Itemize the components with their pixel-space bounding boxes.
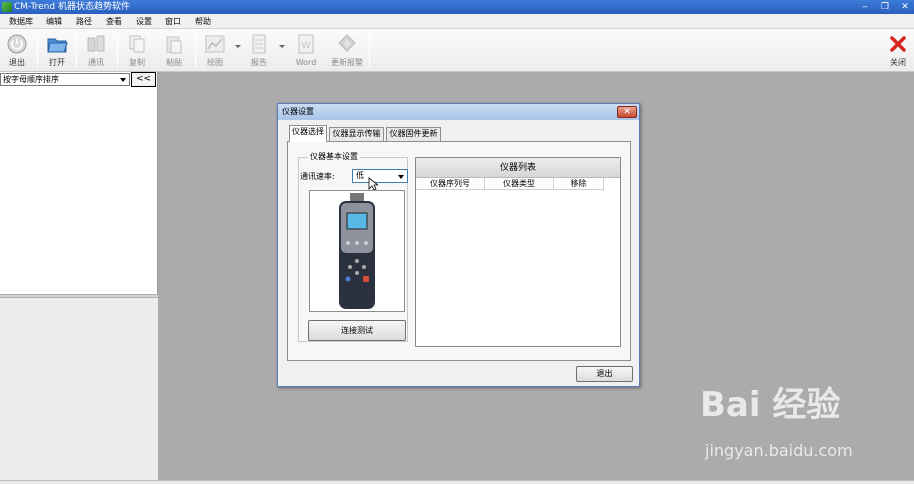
watermark-url: jingyan.baidu.com bbox=[705, 441, 853, 460]
baud-rate-label: 通讯速率: bbox=[300, 172, 335, 181]
restore-button[interactable]: ❐ bbox=[875, 1, 895, 13]
close-button[interactable]: 关闭 bbox=[884, 31, 912, 71]
paste-button[interactable]: 粘贴 bbox=[159, 31, 189, 71]
window-title: CM-Trend 机器状态趋势软件 bbox=[14, 2, 130, 12]
update-alarm-button[interactable]: 更新报警 bbox=[328, 31, 366, 71]
comm-button[interactable]: 通讯 bbox=[80, 31, 112, 71]
instrument-settings-dialog: 仪器设置 ✕ 仪器选择 仪器显示传输 仪器固件更新 仪器基本设置 通讯速率: 低 bbox=[277, 103, 640, 387]
close-icon bbox=[890, 36, 906, 52]
sort-combo[interactable]: 按字母顺序排序 bbox=[0, 73, 130, 86]
update-alarm-label: 更新报警 bbox=[331, 58, 363, 67]
toolbar-separator bbox=[117, 32, 118, 68]
toolbar: 退出 打开 通讯 复制 粘贴 绘图 报告 W Word 更新报警 关闭 bbox=[0, 29, 914, 72]
column-remove[interactable]: 移除 bbox=[554, 178, 604, 190]
chevron-down-icon bbox=[398, 175, 404, 179]
instrument-list-title: 仪器列表 bbox=[416, 158, 620, 178]
plot-dropdown-icon[interactable] bbox=[235, 45, 241, 48]
toolbar-separator bbox=[369, 32, 370, 68]
toolbar-separator bbox=[76, 32, 77, 68]
open-label: 打开 bbox=[49, 58, 65, 67]
communication-icon bbox=[87, 35, 105, 52]
window-close-button[interactable]: ✕ bbox=[895, 1, 914, 13]
menu-help[interactable]: 帮助 bbox=[195, 16, 211, 27]
instrument-list-panel: 仪器列表 仪器序列号 仪器类型 移除 bbox=[415, 157, 621, 347]
close-label: 关闭 bbox=[890, 58, 906, 67]
report-icon bbox=[252, 34, 266, 54]
handheld-device-image bbox=[339, 193, 375, 309]
update-alarm-icon bbox=[338, 34, 356, 52]
menu-route[interactable]: 路径 bbox=[76, 16, 92, 27]
group-title: 仪器基本设置 bbox=[308, 152, 360, 162]
baidu-watermark: Bai 经验 jingyan.baidu.com bbox=[700, 385, 875, 465]
baud-rate-value: 低 bbox=[356, 171, 364, 180]
dialog-title-bar: 仪器设置 ✕ bbox=[278, 104, 639, 120]
column-type[interactable]: 仪器类型 bbox=[485, 178, 554, 190]
lower-pane bbox=[0, 298, 158, 480]
tab-display-transfer[interactable]: 仪器显示传输 bbox=[329, 127, 384, 141]
open-button[interactable]: 打开 bbox=[42, 31, 72, 71]
dialog-exit-button[interactable]: 退出 bbox=[576, 366, 633, 382]
toolbar-separator bbox=[37, 32, 38, 68]
exit-label: 退出 bbox=[9, 58, 25, 67]
sort-combo-value: 按字母顺序排序 bbox=[3, 75, 59, 84]
open-folder-icon bbox=[47, 38, 68, 53]
tab-instrument-select[interactable]: 仪器选择 bbox=[289, 125, 327, 142]
menu-window[interactable]: 窗口 bbox=[165, 16, 181, 27]
mouse-cursor-icon bbox=[368, 177, 378, 191]
word-icon: W bbox=[298, 34, 314, 54]
tab-panel: 仪器基本设置 通讯速率: 低 连接测试 仪器列表 仪器序列号 仪器类型 移除 bbox=[287, 141, 631, 361]
minimize-button[interactable]: ‒ bbox=[855, 1, 875, 13]
plot-label: 绘图 bbox=[207, 58, 223, 67]
dialog-title: 仪器设置 bbox=[282, 107, 314, 116]
toolbar-separator bbox=[195, 32, 196, 68]
exit-button[interactable]: 退出 bbox=[2, 31, 32, 71]
left-panel: 按字母顺序排序 << bbox=[0, 72, 158, 480]
column-serial[interactable]: 仪器序列号 bbox=[416, 178, 485, 190]
svg-text:W: W bbox=[302, 40, 311, 50]
report-dropdown-icon[interactable] bbox=[279, 45, 285, 48]
paste-icon bbox=[166, 36, 182, 54]
collapse-panel-button[interactable]: << bbox=[131, 72, 156, 87]
exit-icon bbox=[7, 34, 27, 54]
copy-button[interactable]: 复制 bbox=[122, 31, 152, 71]
menu-settings[interactable]: 设置 bbox=[136, 16, 152, 27]
connection-test-button[interactable]: 连接测试 bbox=[308, 320, 406, 341]
plot-icon bbox=[205, 35, 225, 53]
copy-label: 复制 bbox=[129, 58, 145, 67]
paste-label: 粘贴 bbox=[166, 58, 182, 67]
report-label: 报告 bbox=[251, 58, 267, 67]
instrument-image bbox=[309, 190, 405, 312]
watermark-logo: Bai 经验 bbox=[700, 385, 841, 425]
baud-rate-select[interactable]: 低 bbox=[352, 169, 408, 183]
word-label: Word bbox=[295, 58, 317, 67]
comm-label: 通讯 bbox=[88, 58, 104, 67]
plot-button[interactable]: 绘图 bbox=[200, 31, 230, 71]
menu-view[interactable]: 查看 bbox=[106, 16, 122, 27]
menu-edit[interactable]: 编辑 bbox=[46, 16, 62, 27]
report-button[interactable]: 报告 bbox=[244, 31, 274, 71]
dialog-close-button[interactable]: ✕ bbox=[617, 106, 637, 118]
word-button[interactable]: W Word bbox=[291, 31, 321, 71]
tab-firmware-update[interactable]: 仪器固件更新 bbox=[386, 127, 441, 141]
title-bar: CM-Trend 机器状态趋势软件 ‒ ❐ ✕ bbox=[0, 0, 914, 14]
copy-icon bbox=[129, 35, 145, 53]
menu-bar: 数据库 编辑 路径 查看 设置 窗口 帮助 bbox=[0, 14, 914, 29]
chevron-down-icon bbox=[120, 78, 126, 82]
app-icon bbox=[2, 2, 12, 12]
status-bar bbox=[0, 480, 914, 484]
menu-database[interactable]: 数据库 bbox=[9, 16, 33, 27]
